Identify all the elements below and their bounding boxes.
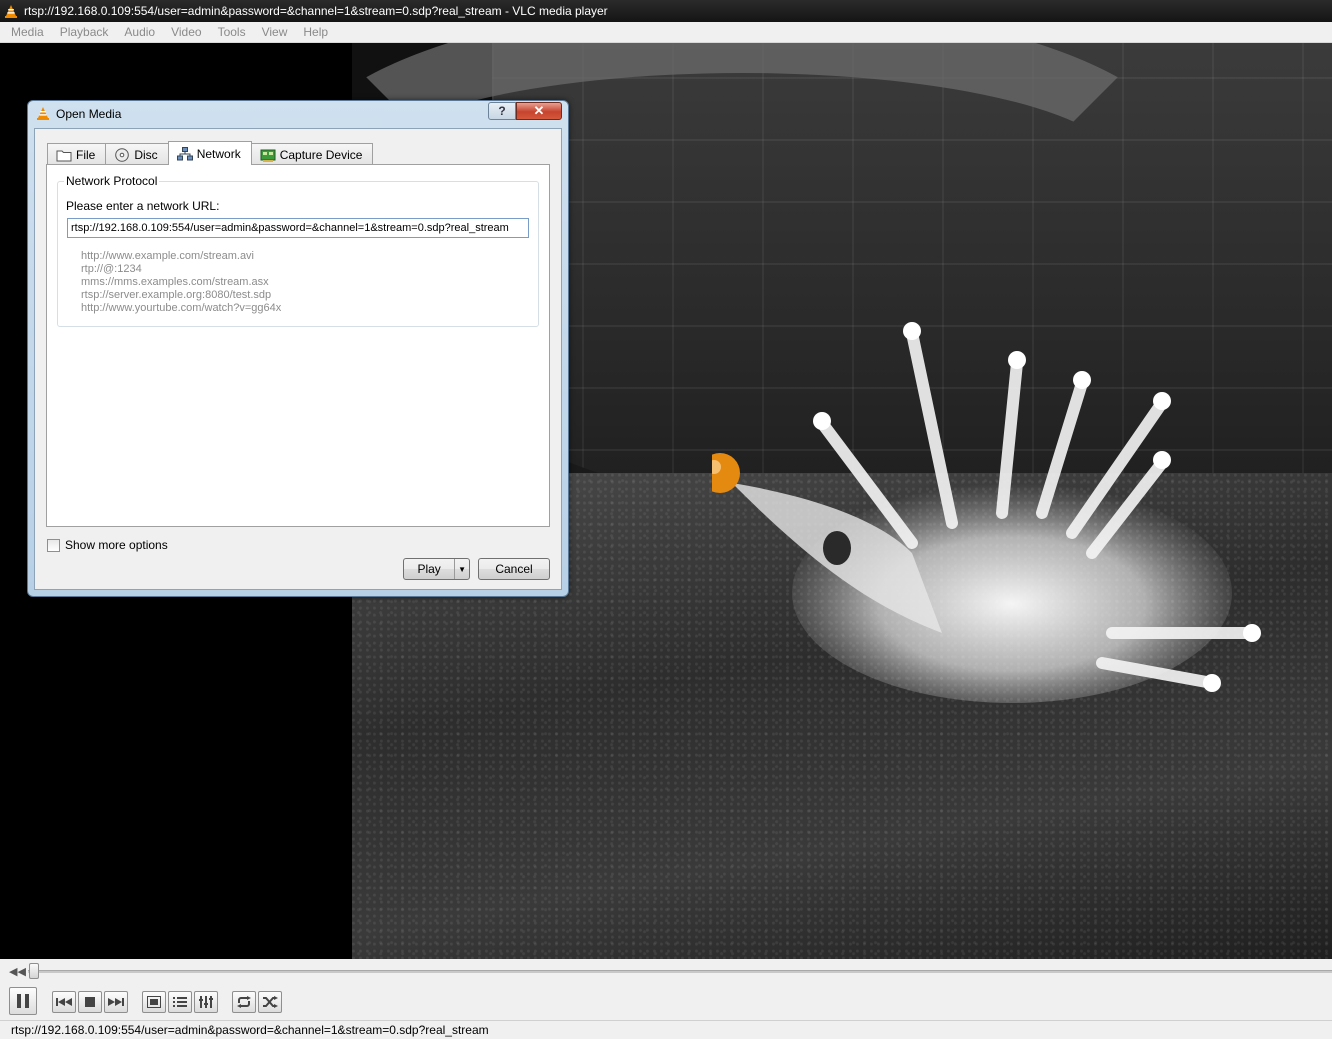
menu-bar: Media Playback Audio Video Tools View He…: [0, 22, 1332, 43]
show-more-options[interactable]: Show more options: [47, 538, 168, 552]
network-url-input[interactable]: [67, 218, 529, 238]
url-example: rtp://@:1234: [81, 263, 142, 275]
url-example: http://www.yourtube.com/watch?v=gg64x: [81, 302, 282, 314]
equalizer-icon: [199, 996, 213, 1008]
disc-icon: [114, 147, 130, 162]
cancel-button[interactable]: Cancel: [478, 558, 550, 580]
dialog-titlebar: Open Media: [36, 105, 121, 123]
play-button[interactable]: Play ▼: [403, 558, 470, 580]
fullscreen-icon: [147, 996, 161, 1008]
shuffle-button[interactable]: [258, 991, 282, 1013]
shuffle-icon: [262, 996, 278, 1008]
fullscreen-button[interactable]: [142, 991, 166, 1013]
network-tab-panel: Network Protocol Please enter a network …: [46, 164, 550, 527]
show-more-options-label: Show more options: [65, 538, 168, 552]
close-button[interactable]: ✕: [516, 102, 562, 120]
stop-icon: [85, 997, 95, 1007]
url-example: rtsp://server.example.org:8080/test.sdp: [81, 289, 272, 301]
status-bar: rtsp://192.168.0.109:554/user=admin&pass…: [0, 1020, 1332, 1039]
capture-card-icon: [260, 148, 276, 162]
next-button[interactable]: [104, 991, 128, 1013]
pause-icon: [16, 993, 30, 1009]
vlc-cone-icon: [36, 106, 50, 123]
glass-hedgehog-figure: [712, 322, 1261, 703]
tab-file-label: File: [76, 147, 96, 162]
url-example: mms://mms.examples.com/stream.asx: [81, 276, 269, 288]
group-legend: Network Protocol: [64, 174, 160, 188]
tab-disc[interactable]: Disc: [105, 143, 169, 165]
url-example: http://www.example.com/stream.avi: [81, 250, 255, 262]
previous-button[interactable]: [52, 991, 76, 1013]
open-media-dialog: Open Media ? ✕ File Disc Network Capture…: [27, 100, 569, 597]
seek-track[interactable]: [28, 970, 1332, 973]
menu-media[interactable]: Media: [0, 25, 52, 39]
play-dropdown-arrow-icon[interactable]: ▼: [455, 565, 469, 574]
vlc-cone-icon: [4, 4, 18, 18]
previous-icon: [56, 997, 72, 1007]
menu-help[interactable]: Help: [295, 25, 336, 39]
network-protocol-group: Network Protocol Please enter a network …: [57, 174, 539, 327]
window-title: rtsp://192.168.0.109:554/user=admin&pass…: [24, 4, 608, 18]
window-titlebar: rtsp://192.168.0.109:554/user=admin&pass…: [0, 0, 1332, 22]
tab-network[interactable]: Network: [167, 141, 252, 165]
seek-bar: ◀◀: [0, 959, 1332, 983]
slower-icon[interactable]: ◀◀: [9, 965, 26, 978]
seek-handle[interactable]: [29, 963, 39, 979]
tab-bar: File Disc Network Capture Device: [47, 141, 374, 165]
folder-icon: [56, 148, 72, 162]
menu-tools[interactable]: Tools: [210, 25, 254, 39]
tab-capture-device[interactable]: Capture Device: [250, 143, 374, 165]
playlist-button[interactable]: [168, 991, 192, 1013]
show-more-options-checkbox[interactable]: [47, 538, 60, 552]
url-examples: http://www.example.com/stream.avi rtp://…: [81, 250, 281, 315]
extended-settings-button[interactable]: [194, 991, 218, 1013]
playback-controls: [0, 983, 1332, 1020]
menu-playback[interactable]: Playback: [52, 25, 117, 39]
loop-icon: [236, 996, 252, 1008]
tab-disc-label: Disc: [134, 147, 158, 162]
menu-audio[interactable]: Audio: [116, 25, 163, 39]
dialog-body: File Disc Network Capture Device Network…: [34, 128, 562, 590]
stop-button[interactable]: [78, 991, 102, 1013]
playlist-icon: [173, 996, 187, 1008]
menu-view[interactable]: View: [254, 25, 296, 39]
tab-network-label: Network: [196, 146, 241, 161]
tab-capture-device-label: Capture Device: [279, 147, 363, 162]
tab-file[interactable]: File: [47, 143, 107, 165]
play-button-label: Play: [404, 559, 456, 579]
help-button[interactable]: ?: [488, 102, 516, 120]
status-media-url: rtsp://192.168.0.109:554/user=admin&pass…: [11, 1023, 489, 1037]
loop-button[interactable]: [232, 991, 256, 1013]
pause-button[interactable]: [9, 987, 37, 1015]
url-prompt-label: Please enter a network URL:: [66, 199, 220, 213]
next-icon: [108, 997, 124, 1007]
menu-video[interactable]: Video: [163, 25, 209, 39]
dialog-title: Open Media: [56, 107, 122, 121]
network-icon: [176, 146, 193, 161]
